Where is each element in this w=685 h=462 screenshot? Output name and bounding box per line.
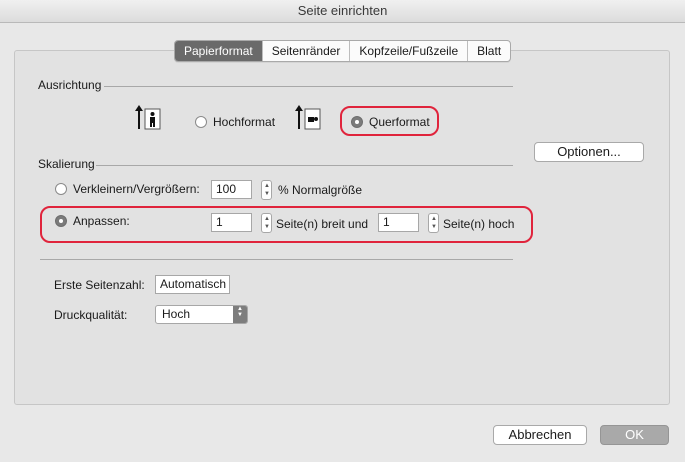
landscape-radio[interactable] (351, 116, 363, 128)
fit-pages-tall-suffix: Seite(n) hoch (443, 217, 515, 231)
tab-kopfzeile-fusszeile[interactable]: Kopfzeile/Fußzeile (350, 41, 469, 61)
landscape-orientation-icon (295, 105, 321, 130)
fit-pages-tall-stepper[interactable]: ▲ ▼ (428, 213, 439, 233)
tab-bar: Papierformat Seitenränder Kopfzeile/Fußz… (174, 40, 512, 62)
portrait-radio[interactable] (195, 116, 207, 128)
portrait-orientation-icon (135, 105, 161, 130)
tab-papierformat[interactable]: Papierformat (175, 41, 263, 61)
fit-to-radio[interactable] (55, 215, 67, 227)
print-quality-value: Hoch (162, 307, 191, 321)
scaling-separator (96, 165, 513, 166)
first-page-input[interactable]: Automatisch (155, 275, 230, 294)
fit-pages-wide-input[interactable]: 1 (211, 213, 252, 232)
options-button[interactable]: Optionen... (534, 142, 644, 162)
orientation-separator (104, 86, 513, 87)
adjust-scale-stepper[interactable]: ▲ ▼ (261, 180, 272, 200)
adjust-scale-suffix: % Normalgröße (278, 183, 363, 197)
tab-seitenraender[interactable]: Seitenränder (263, 41, 351, 61)
stepper-up-icon[interactable]: ▲ (264, 216, 270, 222)
stepper-up-icon[interactable]: ▲ (264, 183, 270, 189)
stepper-up-icon[interactable]: ▲ (431, 216, 437, 222)
fit-pages-wide-suffix: Seite(n) breit und (276, 217, 369, 231)
stepper-down-icon[interactable]: ▼ (264, 224, 270, 230)
fit-pages-wide-stepper[interactable]: ▲ ▼ (261, 213, 272, 233)
orientation-group-label: Ausrichtung (38, 78, 102, 92)
stepper-down-icon[interactable]: ▼ (264, 191, 270, 197)
print-quality-label: Druckqualität: (54, 308, 128, 322)
scaling-group-label: Skalierung (38, 157, 95, 171)
fit-pages-tall-input[interactable]: 1 (378, 213, 419, 232)
first-page-label: Erste Seitenzahl: (54, 278, 145, 292)
select-chevron-icon: ▲ ▼ (233, 306, 247, 323)
landscape-label[interactable]: Querformat (369, 115, 430, 129)
print-quality-select[interactable]: Hoch ▲ ▼ (155, 305, 248, 324)
adjust-scale-radio[interactable] (55, 183, 67, 195)
tab-blatt[interactable]: Blatt (468, 41, 510, 61)
window-title: Seite einrichten (0, 0, 685, 23)
lower-separator (40, 259, 513, 260)
adjust-scale-label[interactable]: Verkleinern/Vergrößern: (73, 182, 200, 196)
portrait-label[interactable]: Hochformat (213, 115, 275, 129)
adjust-scale-input[interactable]: 100 (211, 180, 252, 199)
ok-button[interactable]: OK (600, 425, 669, 445)
fit-to-label[interactable]: Anpassen: (73, 214, 130, 228)
cancel-button[interactable]: Abbrechen (493, 425, 587, 445)
stepper-down-icon[interactable]: ▼ (431, 224, 437, 230)
